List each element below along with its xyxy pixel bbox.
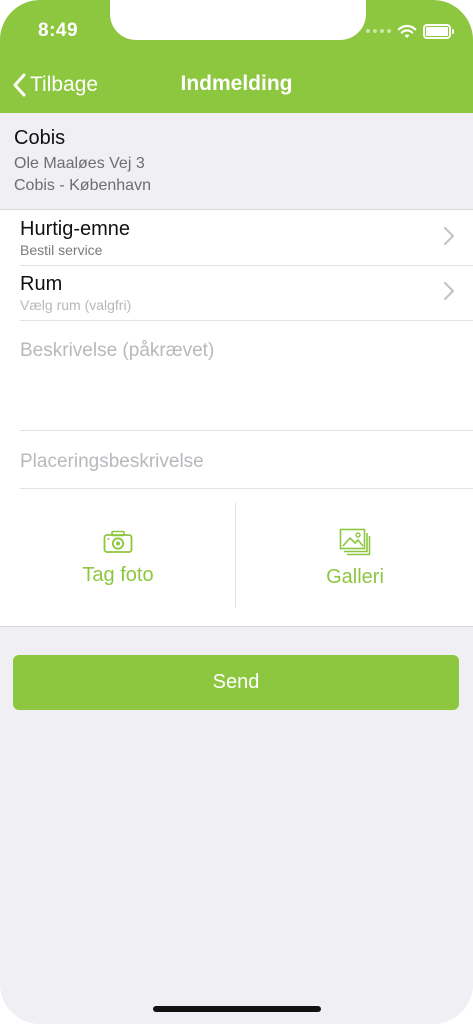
device-notch bbox=[110, 0, 366, 40]
chevron-right-icon bbox=[443, 281, 455, 301]
chevron-right-icon bbox=[443, 226, 455, 246]
quick-topic-title: Hurtig-emne bbox=[20, 218, 131, 240]
media-divider bbox=[235, 503, 236, 608]
quick-topic-row[interactable]: Hurtig-emne Bestil service bbox=[20, 210, 473, 266]
signal-icon bbox=[366, 29, 391, 33]
wifi-icon bbox=[397, 24, 417, 38]
send-button[interactable]: Send bbox=[13, 655, 459, 710]
room-row[interactable]: Rum Vælg rum (valgfri) bbox=[20, 265, 473, 321]
home-indicator bbox=[153, 1006, 321, 1012]
gallery-icon bbox=[339, 528, 371, 555]
room-value: Vælg rum (valgfri) bbox=[20, 297, 132, 313]
report-form: Hurtig-emne Bestil service Rum Vælg rum … bbox=[0, 210, 473, 627]
site-location: Cobis - København bbox=[14, 177, 151, 194]
battery-icon bbox=[423, 23, 454, 39]
page-title: Indmelding bbox=[180, 72, 293, 95]
placement-input[interactable]: Placeringsbeskrivelse bbox=[20, 431, 473, 489]
description-input[interactable]: Beskrivelse (påkrævet) bbox=[20, 320, 473, 431]
status-time: 8:49 bbox=[38, 20, 79, 41]
site-address: Ole Maaløes Vej 3 bbox=[14, 155, 145, 172]
gallery-button[interactable]: Galleri bbox=[237, 503, 473, 613]
navigation-bar: 8:49 Tilbage Indmelding bbox=[0, 0, 473, 113]
camera-icon bbox=[103, 530, 133, 553]
phone-screen: 8:49 Tilbage Indmelding Cobis Ole Maaløe… bbox=[0, 0, 473, 1024]
status-indicators bbox=[366, 22, 454, 40]
media-actions: Tag foto Galleri bbox=[0, 503, 473, 613]
room-title: Rum bbox=[20, 273, 63, 295]
take-photo-button[interactable]: Tag foto bbox=[0, 503, 236, 613]
gallery-label: Galleri bbox=[326, 565, 384, 588]
site-info: Cobis Ole Maaløes Vej 3 Cobis - Københav… bbox=[0, 113, 473, 210]
site-name: Cobis bbox=[14, 127, 66, 149]
quick-topic-value: Bestil service bbox=[20, 242, 103, 258]
take-photo-label: Tag foto bbox=[82, 563, 154, 586]
